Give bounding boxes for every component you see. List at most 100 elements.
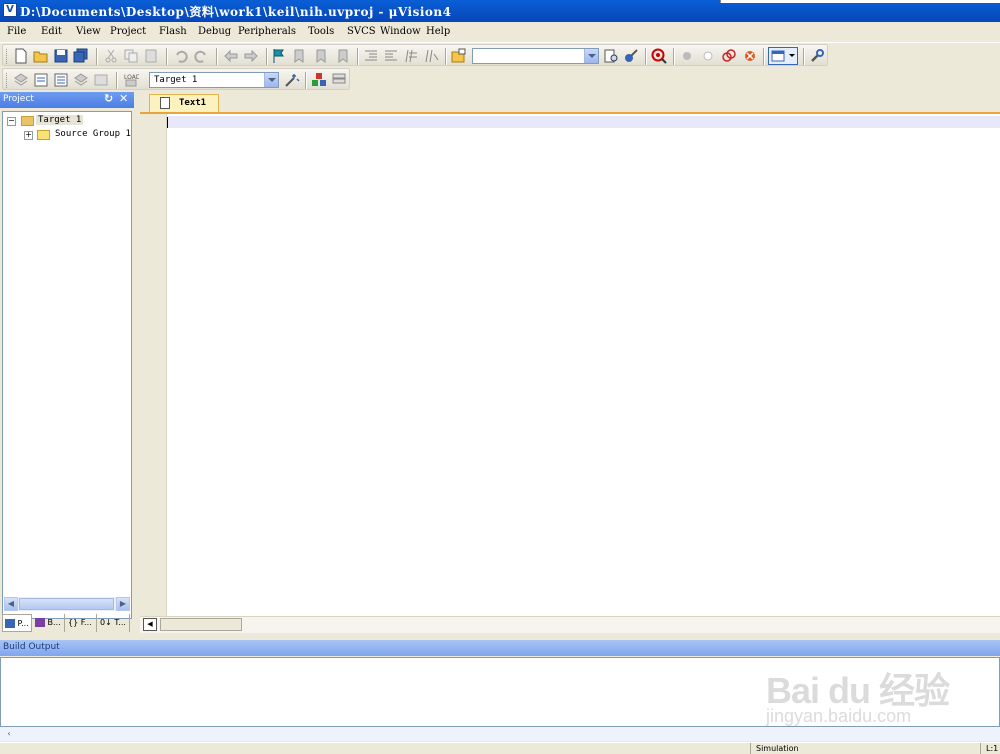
tab-books[interactable]: B...	[33, 614, 65, 632]
navigate-back-icon[interactable]	[223, 48, 239, 64]
watermark-sub: jingyan.baidu.com	[766, 706, 912, 726]
stop-build-icon[interactable]	[93, 72, 109, 88]
baidu-jingyan-watermark: Bai du 经验 jingyan.baidu.com	[766, 648, 996, 730]
project-horizontal-scrollbar[interactable]: ◀ ▶	[4, 597, 130, 611]
insert-breakpoint-icon[interactable]	[679, 48, 695, 64]
navigate-forward-icon[interactable]	[243, 48, 259, 64]
menu-peripherals[interactable]: Peripherals	[238, 26, 296, 37]
editor-horizontal-scrollbar[interactable]: ◀	[140, 616, 1000, 633]
clear-bookmarks-icon[interactable]	[335, 48, 351, 64]
menu-debug[interactable]: Debug	[198, 26, 231, 37]
comment-icon[interactable]	[403, 48, 419, 64]
tab-functions-label: {} F...	[68, 618, 92, 627]
tab-text1[interactable]: Text1	[149, 94, 219, 112]
tab-project[interactable]: P...	[2, 614, 32, 632]
tree-node-source-group[interactable]: Source Group 1	[55, 129, 131, 139]
manage-components-icon[interactable]	[311, 72, 327, 88]
download-load-icon[interactable]: LOAD	[123, 72, 139, 88]
save-icon[interactable]	[53, 48, 69, 64]
toolbar-separator	[116, 72, 118, 89]
close-icon[interactable]: ✕	[119, 93, 131, 105]
uncomment-icon[interactable]	[423, 48, 439, 64]
scroll-thumb[interactable]	[160, 618, 242, 631]
toolbar-grip[interactable]	[6, 73, 10, 88]
indent-icon[interactable]	[363, 48, 379, 64]
disable-breakpoints-icon[interactable]	[721, 48, 737, 64]
project-icon	[5, 619, 15, 628]
tab-templates[interactable]: 0↓ T...	[98, 614, 130, 632]
target-combo[interactable]: Target 1	[149, 72, 279, 88]
status-position: L:1	[980, 743, 1000, 754]
tab-functions[interactable]: {} F...	[66, 614, 97, 632]
tree-node-target[interactable]: Target 1	[36, 115, 84, 125]
code-editor[interactable]	[140, 112, 1000, 616]
incremental-find-icon[interactable]	[623, 48, 639, 64]
menu-tools[interactable]: Tools	[308, 26, 334, 37]
project-tree: − Target 1 + Source Group 1	[2, 111, 132, 619]
chevron-down-icon	[789, 54, 795, 57]
tab-text1-label: Text1	[179, 98, 207, 108]
toolbar-separator	[763, 48, 765, 65]
rebuild-icon[interactable]	[53, 72, 69, 88]
toolbar-grip[interactable]	[6, 49, 10, 64]
save-all-icon[interactable]	[73, 48, 89, 64]
undo-icon[interactable]	[173, 48, 189, 64]
target-options-icon[interactable]	[284, 72, 300, 88]
scroll-left-icon[interactable]: ‹	[2, 728, 16, 740]
tab-books-label: B...	[47, 618, 61, 627]
menu-edit[interactable]: Edit	[41, 26, 62, 37]
editor-gutter[interactable]	[140, 114, 167, 616]
paste-icon[interactable]	[143, 48, 159, 64]
translate-icon[interactable]	[13, 72, 29, 88]
bookmark-icon[interactable]	[271, 48, 287, 64]
tab-templates-label: 0↓ T...	[100, 618, 126, 627]
find-in-files-icon[interactable]	[451, 48, 467, 64]
title-bar: V D:\Documents\Desktop\资料\work1\keil\nih…	[0, 0, 1000, 22]
uvision-app-icon[interactable]: V	[3, 3, 17, 17]
toolbar-separator	[96, 48, 98, 65]
copy-icon[interactable]	[123, 48, 139, 64]
next-bookmark-icon[interactable]	[313, 48, 329, 64]
expand-icon[interactable]: +	[24, 131, 33, 140]
menu-window[interactable]: Window	[380, 26, 421, 37]
scroll-right-icon[interactable]: ▶	[116, 597, 130, 611]
window-title: D:\Documents\Desktop\资料\work1\keil\nih.u…	[20, 5, 452, 19]
find-icon[interactable]	[603, 48, 619, 64]
build-icon[interactable]	[33, 72, 49, 88]
menu-bar: File Edit View Project Flash Debug Perip…	[0, 22, 1000, 43]
enable-breakpoint-icon[interactable]	[700, 48, 716, 64]
cut-icon[interactable]	[103, 48, 119, 64]
chevron-down-icon[interactable]	[264, 73, 278, 87]
scroll-left-icon[interactable]: ◀	[4, 597, 18, 611]
toolbar-separator	[357, 48, 359, 65]
prev-bookmark-icon[interactable]	[291, 48, 307, 64]
chevron-down-icon[interactable]	[584, 49, 598, 63]
toolbar-separator	[216, 48, 218, 65]
open-file-icon[interactable]	[33, 48, 49, 64]
menu-flash[interactable]: Flash	[159, 26, 187, 37]
folder-icon	[37, 130, 50, 140]
auto-hide-pin-icon[interactable]: ↻	[104, 93, 116, 105]
window-layout-dropdown[interactable]	[768, 47, 798, 65]
unindent-icon[interactable]	[383, 48, 399, 64]
menu-view[interactable]: View	[76, 26, 101, 37]
redo-icon[interactable]	[193, 48, 209, 64]
toolbar-separator	[266, 48, 268, 65]
batch-build-icon[interactable]	[73, 72, 89, 88]
scroll-left-icon[interactable]: ◀	[143, 618, 157, 631]
scroll-thumb[interactable]	[19, 598, 114, 610]
debug-session-icon[interactable]	[651, 48, 667, 64]
collapse-icon[interactable]: −	[7, 117, 16, 126]
configure-wrench-icon[interactable]	[809, 48, 825, 64]
current-line-highlight	[167, 116, 1000, 128]
new-file-icon[interactable]	[13, 48, 29, 64]
build-toolbar: LOAD Target 1	[0, 67, 1000, 91]
kill-breakpoints-icon[interactable]	[742, 48, 758, 64]
books-icon	[35, 618, 45, 627]
menu-file[interactable]: File	[7, 26, 26, 37]
find-combo[interactable]	[472, 48, 599, 64]
menu-help[interactable]: Help	[426, 26, 450, 37]
select-packs-icon[interactable]	[331, 72, 347, 88]
menu-project[interactable]: Project	[110, 26, 146, 37]
menu-svcs[interactable]: SVCS	[347, 26, 376, 37]
